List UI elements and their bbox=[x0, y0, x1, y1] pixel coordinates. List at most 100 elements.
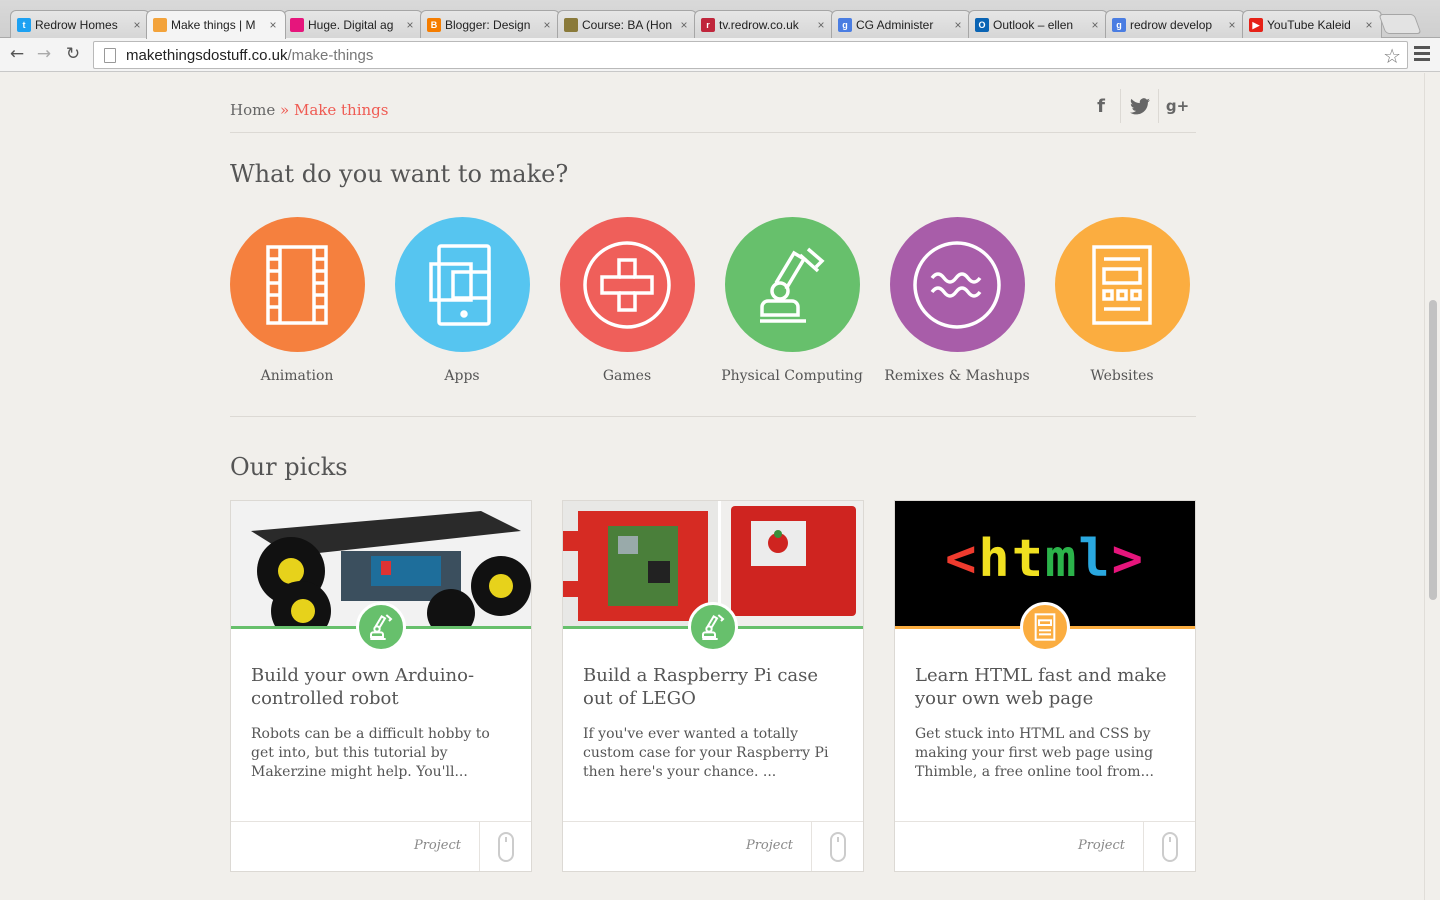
new-tab-button[interactable] bbox=[1378, 14, 1422, 34]
robot-arm-icon bbox=[356, 602, 406, 652]
close-tab-icon[interactable]: × bbox=[815, 18, 827, 32]
dpad-icon[interactable] bbox=[559, 217, 695, 352]
webpage-icon bbox=[1020, 602, 1070, 652]
card-description: Get stuck into HTML and CSS by making yo… bbox=[915, 726, 1154, 780]
category-label: Apps bbox=[444, 368, 480, 384]
category-label: Websites bbox=[1090, 368, 1154, 384]
mouse-icon bbox=[1143, 822, 1195, 871]
browser-toolbar: ← → ↻ makethingsdostuff.co.uk/make-thing… bbox=[0, 38, 1440, 72]
category-apps[interactable]: Apps bbox=[387, 217, 537, 384]
breadcrumb-home-link[interactable]: Home bbox=[230, 101, 275, 119]
tab-title: redrow develop bbox=[1130, 17, 1213, 32]
browser-menu-icon[interactable] bbox=[1414, 46, 1430, 64]
tab-title: Redrow Homes bbox=[35, 17, 118, 32]
category-websites[interactable]: Websites bbox=[1047, 217, 1197, 384]
close-tab-icon[interactable]: × bbox=[131, 18, 143, 32]
close-tab-icon[interactable]: × bbox=[1363, 18, 1375, 32]
close-tab-icon[interactable]: × bbox=[404, 18, 416, 32]
bookmark-star-icon[interactable]: ☆ bbox=[1383, 44, 1401, 68]
mouse-icon bbox=[811, 822, 863, 871]
section-heading-picks: Our picks bbox=[230, 453, 348, 481]
card-type: Project bbox=[745, 838, 793, 853]
category-label: Remixes & Mashups bbox=[884, 368, 1030, 384]
browser-tab-strip: t Redrow Homes × Make things | M × Huge. Digi… bbox=[0, 0, 1440, 39]
browser-tab[interactable]: g CG Administer × bbox=[831, 10, 971, 38]
category-animation[interactable]: Animation bbox=[222, 217, 372, 384]
mouse-icon bbox=[479, 822, 531, 871]
twitter-icon: t bbox=[17, 17, 31, 32]
close-tab-icon[interactable]: × bbox=[952, 18, 964, 32]
wave-icon[interactable] bbox=[889, 217, 1025, 352]
close-tab-icon[interactable]: × bbox=[678, 18, 690, 32]
card-footer: Project bbox=[895, 821, 1195, 871]
category-label: Physical Computing bbox=[721, 368, 863, 384]
url-path: /make-things bbox=[287, 46, 374, 64]
browser-tab[interactable]: O Outlook – ellen × bbox=[968, 10, 1108, 38]
blogger-icon: B bbox=[427, 17, 441, 32]
html-pixel-text: <html> bbox=[945, 528, 1145, 589]
browser-tab[interactable]: r tv.redrow.co.uk × bbox=[694, 10, 834, 38]
card-description: If you've ever wanted a totally custom c… bbox=[583, 726, 829, 780]
browser-tab[interactable]: Make things | M × bbox=[146, 10, 286, 39]
close-tab-icon[interactable]: × bbox=[541, 18, 553, 32]
browser-tab[interactable]: B Blogger: Design × bbox=[420, 10, 560, 38]
film-icon[interactable] bbox=[229, 217, 365, 352]
twitter-icon[interactable] bbox=[1120, 89, 1158, 123]
redrow-icon: r bbox=[701, 17, 715, 32]
category-list: Animation Apps Games Physical Computing … bbox=[229, 217, 1197, 397]
pick-card-html[interactable]: <html> Learn HTML fast and make your own… bbox=[894, 500, 1196, 872]
card-title[interactable]: Learn HTML fast and make your own web pa… bbox=[915, 664, 1180, 710]
pick-card-raspberry-pi[interactable]: Build a Raspberry Pi case out of LEGO If… bbox=[562, 500, 864, 872]
page-icon bbox=[104, 47, 116, 63]
tab-title: Blogger: Design bbox=[445, 17, 531, 32]
browser-tab[interactable]: g redrow develop × bbox=[1105, 10, 1245, 38]
outlook-icon: O bbox=[975, 17, 989, 32]
browser-tab[interactable]: Huge. Digital ag × bbox=[283, 10, 423, 38]
browser-tab[interactable]: Course: BA (Hon × bbox=[557, 10, 697, 38]
tablet-icon[interactable] bbox=[394, 217, 530, 352]
card-title[interactable]: Build a Raspberry Pi case out of LEGO bbox=[583, 664, 848, 710]
back-icon[interactable]: ← bbox=[6, 43, 28, 65]
tab-title: Outlook – ellen bbox=[993, 17, 1074, 32]
pink-square-icon bbox=[290, 17, 304, 32]
card-footer: Project bbox=[563, 821, 863, 871]
card-title[interactable]: Build your own Arduino-controlled robot bbox=[251, 664, 516, 710]
browser-tab[interactable]: ▶ YouTube Kaleid × bbox=[1242, 10, 1382, 38]
robot-arm-icon bbox=[688, 602, 738, 652]
close-tab-icon[interactable]: × bbox=[1089, 18, 1101, 32]
google-icon: g bbox=[838, 17, 852, 32]
address-bar[interactable]: makethingsdostuff.co.uk/make-things ☆ bbox=[93, 41, 1408, 69]
category-remixes-mashups[interactable]: Remixes & Mashups bbox=[882, 217, 1032, 384]
scrollbar-thumb[interactable] bbox=[1429, 300, 1437, 600]
card-type: Project bbox=[1077, 838, 1125, 853]
browser-tab[interactable]: t Redrow Homes × bbox=[10, 10, 150, 38]
card-footer: Project bbox=[231, 821, 531, 871]
divider bbox=[230, 416, 1196, 417]
reload-icon[interactable]: ↻ bbox=[62, 43, 84, 65]
pick-card-arduino[interactable]: Build your own Arduino-controlled robot … bbox=[230, 500, 532, 872]
url-domain: makethingsdostuff.co.uk bbox=[126, 46, 288, 64]
crest-icon bbox=[564, 17, 578, 32]
facebook-icon[interactable]: f bbox=[1082, 89, 1120, 123]
category-physical-computing[interactable]: Physical Computing bbox=[717, 217, 867, 384]
breadcrumb-separator: » bbox=[280, 101, 290, 119]
category-games[interactable]: Games bbox=[552, 217, 702, 384]
category-label: Games bbox=[602, 368, 652, 384]
youtube-icon: ▶ bbox=[1249, 17, 1263, 32]
google-plus-icon[interactable]: g+ bbox=[1158, 89, 1196, 123]
breadcrumb: Home » Make things bbox=[230, 101, 388, 119]
tab-title: Course: BA (Hon bbox=[582, 17, 673, 32]
webpage-icon[interactable] bbox=[1054, 217, 1190, 352]
card-description: Robots can be a difficult hobby to get i… bbox=[251, 726, 490, 780]
cube-icon bbox=[153, 18, 167, 32]
robot-arm-icon[interactable] bbox=[724, 217, 860, 352]
forward-icon[interactable]: → bbox=[33, 43, 55, 65]
card-type: Project bbox=[413, 838, 461, 853]
category-label: Animation bbox=[260, 368, 334, 384]
tab-title: Huge. Digital ag bbox=[308, 17, 394, 32]
close-tab-icon[interactable]: × bbox=[1226, 18, 1238, 32]
tab-title: YouTube Kaleid bbox=[1267, 17, 1351, 32]
tab-title: CG Administer bbox=[856, 17, 934, 32]
section-heading-make: What do you want to make? bbox=[230, 160, 569, 188]
close-tab-icon[interactable]: × bbox=[267, 18, 279, 32]
